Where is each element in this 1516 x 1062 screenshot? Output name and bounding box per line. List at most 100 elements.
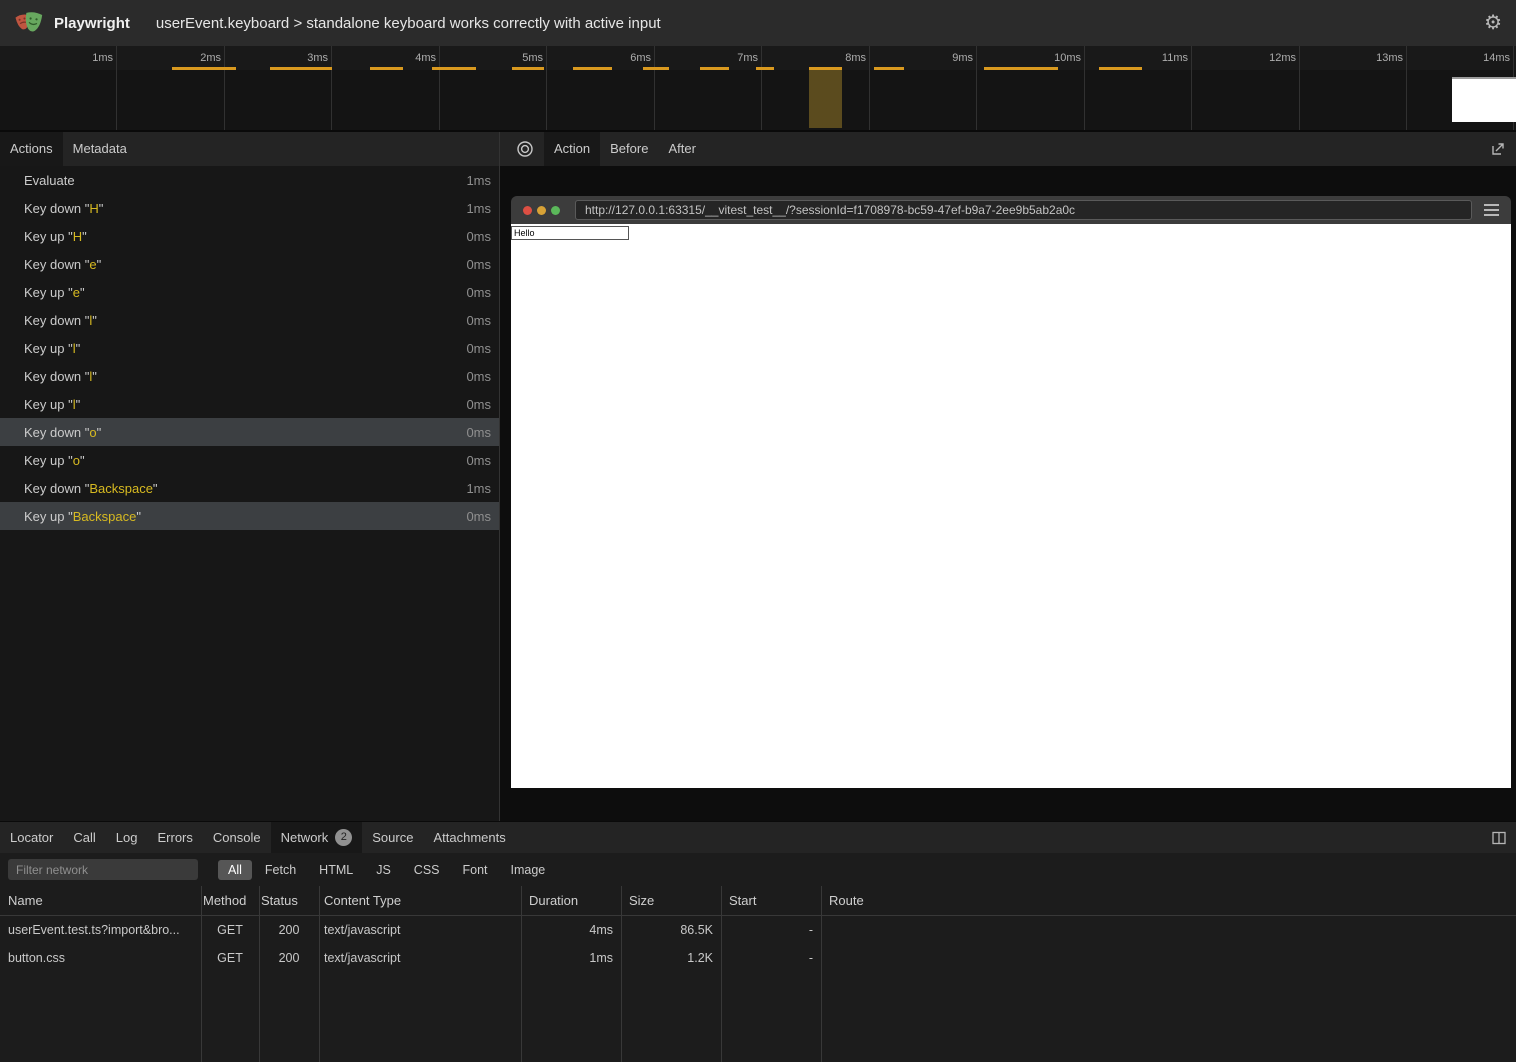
- column-header-size[interactable]: Size: [621, 886, 721, 915]
- action-row[interactable]: Key down "o"0ms: [0, 418, 499, 446]
- action-quote: ": [82, 229, 87, 244]
- app-header: Playwright userEvent.keyboard > standalo…: [0, 0, 1516, 46]
- network-toolbar: AllFetchHTMLJSCSSFontImage: [0, 853, 1516, 886]
- tab-attachments[interactable]: Attachments: [423, 822, 515, 853]
- tab-label: Attachments: [433, 822, 505, 853]
- action-name: Key down "l": [24, 313, 466, 328]
- column-header-start[interactable]: Start: [721, 886, 821, 915]
- filter-chip-css[interactable]: CSS: [404, 860, 450, 880]
- action-row[interactable]: Key up "Backspace"0ms: [0, 502, 499, 530]
- address-bar[interactable]: http://127.0.0.1:63315/__vitest_test__/?…: [575, 200, 1472, 220]
- action-row[interactable]: Key down "e"0ms: [0, 250, 499, 278]
- pick-locator-icon[interactable]: [516, 140, 534, 158]
- tab-before[interactable]: Before: [600, 132, 658, 166]
- action-row[interactable]: Evaluate1ms: [0, 166, 499, 194]
- tab-log[interactable]: Log: [106, 822, 148, 853]
- filter-chip-fetch[interactable]: Fetch: [255, 860, 306, 880]
- timeline-action-tick: [270, 67, 332, 70]
- filter-chip-js[interactable]: JS: [366, 860, 401, 880]
- tab-errors[interactable]: Errors: [147, 822, 202, 853]
- open-external-icon[interactable]: [1490, 141, 1506, 157]
- filter-chip-image[interactable]: Image: [501, 860, 556, 880]
- filter-chip-all[interactable]: All: [218, 860, 252, 880]
- action-row[interactable]: Key down "l"0ms: [0, 362, 499, 390]
- network-request-row[interactable]: userEvent.test.ts?import&bro...GET200tex…: [0, 916, 1516, 944]
- timeline-action-tick: [984, 67, 1058, 70]
- timeline-time-label: 10ms: [1021, 52, 1081, 64]
- tab-actions[interactable]: Actions: [0, 132, 63, 166]
- timeline-time-label: 7ms: [698, 52, 758, 64]
- traffic-light-green-icon: [551, 206, 560, 215]
- action-prefix: Key down: [24, 201, 85, 216]
- action-duration: 0ms: [466, 425, 491, 440]
- tab-call[interactable]: Call: [63, 822, 105, 853]
- tab-source[interactable]: Source: [362, 822, 423, 853]
- action-name: Key down "H": [24, 201, 466, 216]
- timeline-action-tick: [512, 67, 544, 70]
- column-header-content-type[interactable]: Content Type: [319, 886, 521, 915]
- details-tabbar: LocatorCallLog Errors ConsoleNetwork2 Sourc…: [0, 822, 1516, 853]
- action-row[interactable]: Key down "H"1ms: [0, 194, 499, 222]
- action-key-value: H: [73, 229, 82, 244]
- timeline-time-label: 1ms: [53, 52, 113, 64]
- column-header-route[interactable]: Route: [821, 886, 1516, 915]
- tab-after[interactable]: After: [658, 132, 705, 166]
- column-header-name[interactable]: Name: [0, 886, 201, 915]
- request-content-type: text/javascript: [319, 944, 521, 972]
- page-text-input[interactable]: [511, 226, 629, 240]
- timeline-action-tick: [700, 67, 729, 70]
- timeline-gridline: [331, 46, 332, 130]
- tab-metadata[interactable]: Metadata: [63, 132, 137, 166]
- action-quote: ": [92, 313, 97, 328]
- network-filter-input[interactable]: [8, 859, 198, 880]
- tab-console[interactable]: Console: [203, 822, 271, 853]
- column-header-method[interactable]: Method: [201, 886, 259, 915]
- filter-chip-font[interactable]: Font: [453, 860, 498, 880]
- column-header-status[interactable]: Status: [259, 886, 319, 915]
- action-row[interactable]: Key up "l"0ms: [0, 334, 499, 362]
- column-header-duration[interactable]: Duration: [521, 886, 621, 915]
- timeline-gridline: [976, 46, 977, 130]
- tab-network[interactable]: Network2: [271, 822, 363, 853]
- hamburger-menu-icon[interactable]: [1484, 204, 1499, 216]
- app-title: Playwright: [54, 15, 130, 32]
- timeline-action-tick: [573, 67, 612, 70]
- action-row[interactable]: Key up "l"0ms: [0, 390, 499, 418]
- timeline-screenshot-thumbnail[interactable]: [1452, 77, 1516, 122]
- action-row[interactable]: Key up "H"0ms: [0, 222, 499, 250]
- filter-chip-html[interactable]: HTML: [309, 860, 363, 880]
- tab-label: Errors: [157, 822, 192, 853]
- action-quote: ": [76, 341, 81, 356]
- network-request-row[interactable]: button.cssGET200text/javascript1ms1.2K-: [0, 944, 1516, 972]
- action-quote: ": [76, 397, 81, 412]
- split-columns-icon[interactable]: [1491, 830, 1507, 846]
- trace-title: userEvent.keyboard > standalone keyboard…: [156, 15, 661, 32]
- timeline-action-tick: [370, 67, 403, 70]
- action-prefix: Key down: [24, 313, 85, 328]
- network-count-badge: 2: [335, 829, 352, 846]
- action-prefix: Key up: [24, 397, 68, 412]
- tab-label: Source: [372, 822, 413, 853]
- timeline[interactable]: 1ms2ms3ms4ms5ms6ms7ms8ms9ms10ms11ms12ms1…: [0, 46, 1516, 132]
- action-row[interactable]: Key up "e"0ms: [0, 278, 499, 306]
- gear-icon[interactable]: ⚙: [1484, 13, 1502, 33]
- action-duration: 1ms: [466, 201, 491, 216]
- request-method: GET: [201, 944, 259, 972]
- action-key-value: Backspace: [73, 509, 137, 524]
- timeline-selected-range[interactable]: [809, 67, 842, 128]
- action-prefix: Evaluate: [24, 173, 75, 188]
- tab-locator[interactable]: Locator: [0, 822, 63, 853]
- action-key-value: e: [89, 257, 96, 272]
- network-type-filters: AllFetchHTMLJSCSSFontImage: [218, 860, 558, 880]
- tab-label: Action: [554, 141, 590, 156]
- action-key-value: Backspace: [89, 481, 153, 496]
- action-name: Key down "o": [24, 425, 466, 440]
- action-duration: 0ms: [466, 397, 491, 412]
- timeline-time-label: 11ms: [1128, 52, 1188, 64]
- network-table-header: NameMethodStatusContent TypeDurationSize…: [0, 886, 1516, 916]
- action-row[interactable]: Key down "Backspace"1ms: [0, 474, 499, 502]
- tab-action[interactable]: Action: [544, 132, 600, 166]
- action-row[interactable]: Key up "o"0ms: [0, 446, 499, 474]
- action-row[interactable]: Key down "l"0ms: [0, 306, 499, 334]
- action-name: Key down "Backspace": [24, 481, 466, 496]
